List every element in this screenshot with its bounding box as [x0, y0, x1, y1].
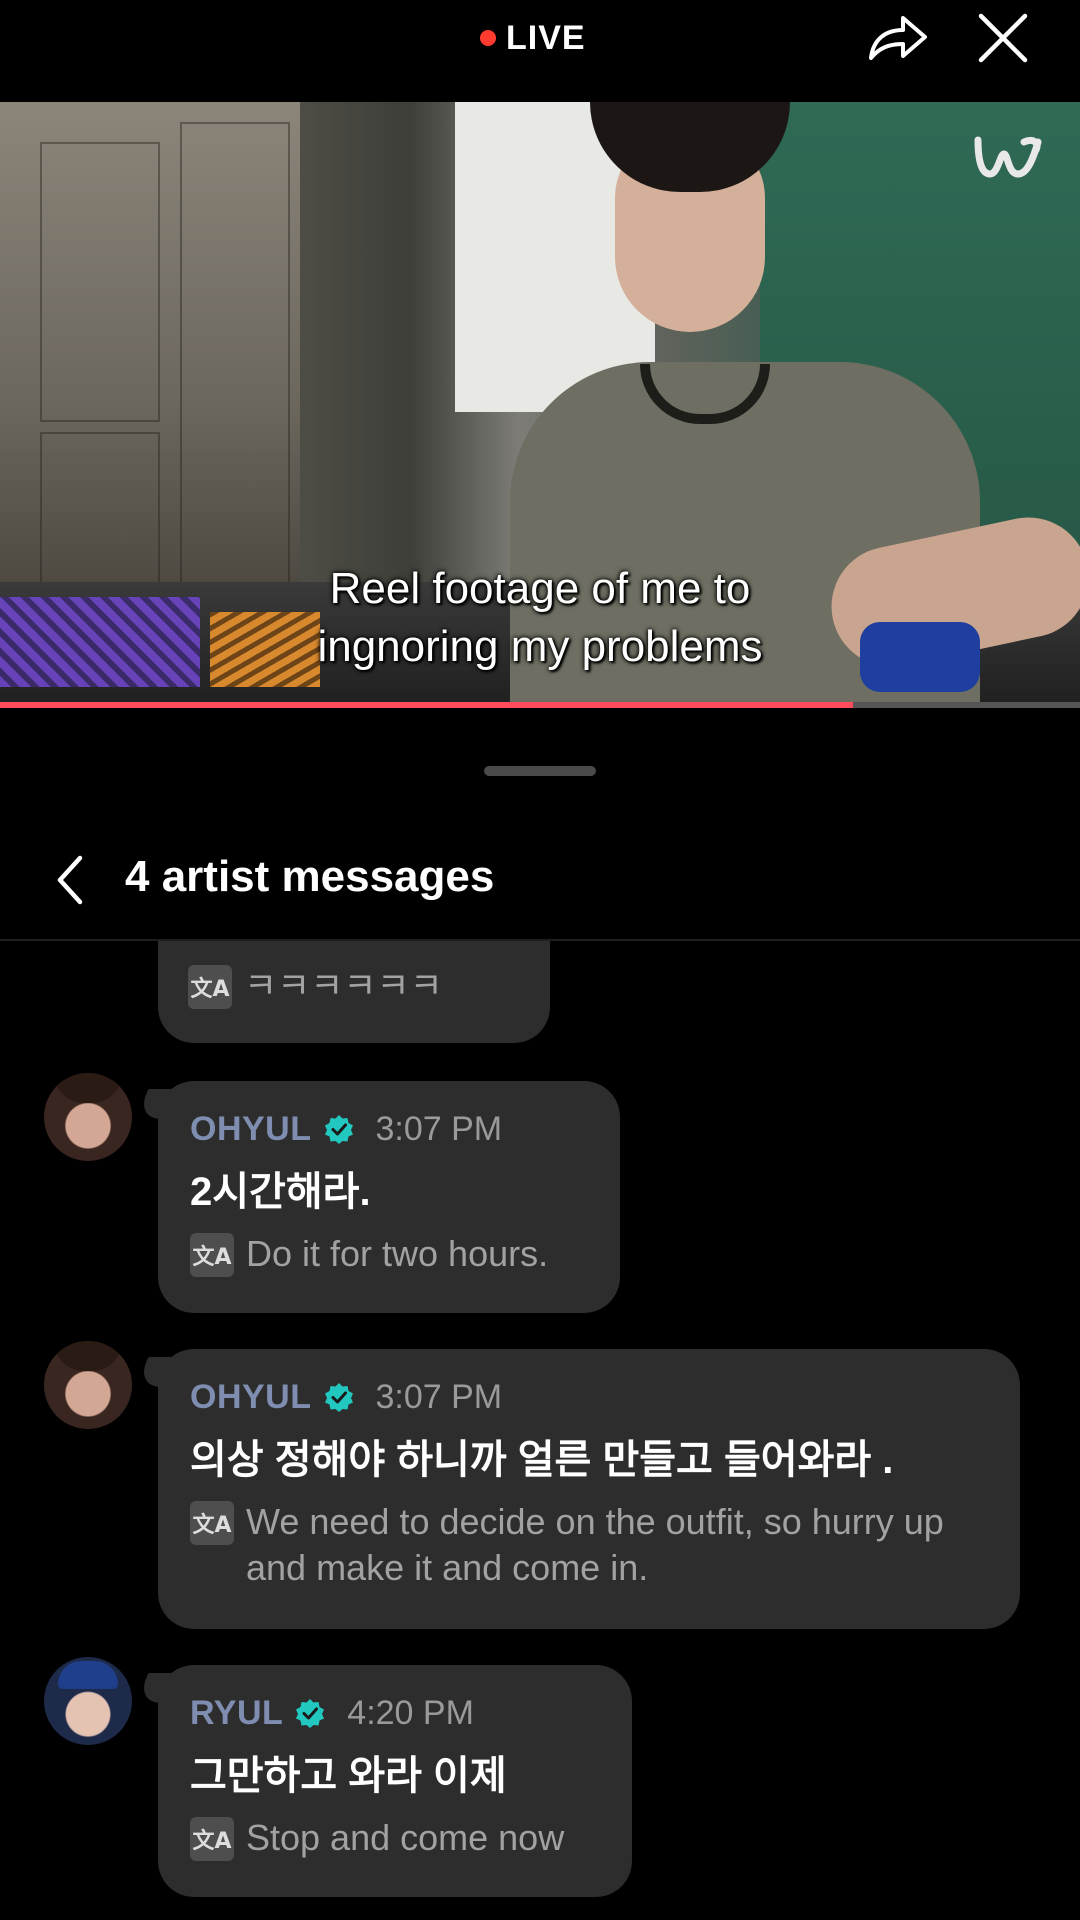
- message-list[interactable]: 文A ㅋㅋㅋㅋㅋㅋ OHYUL 3:07 PM 2시간해라. 文A Do it …: [0, 941, 1080, 1920]
- message-meta: OHYUL 3:07 PM: [190, 1109, 588, 1149]
- message-bubble: RYUL 4:20 PM 그만하고 와라 이제 文A Stop and come…: [131, 1665, 632, 1897]
- translation-row: 文A Do it for two hours.: [190, 1231, 588, 1277]
- back-button[interactable]: [40, 850, 100, 910]
- live-video-frame[interactable]: Reel footage of me to ingnoring my probl…: [0, 102, 1080, 706]
- message-translation: We need to decide on the outfit, so hurr…: [246, 1501, 944, 1588]
- close-button[interactable]: [968, 8, 1038, 68]
- translation-row: 文A We need to decide on the outfit, so h…: [190, 1499, 988, 1591]
- video-caption: Reel footage of me to ingnoring my probl…: [0, 560, 1080, 676]
- message-translation: ㅋㅋㅋㅋㅋㅋ: [244, 965, 443, 1006]
- message-original-text: 의상 정해야 하니까 얼른 만들고 들어와라 .: [190, 1438, 894, 1482]
- caption-line-1: Reel footage of me to: [329, 564, 751, 613]
- live-indicator: LIVE: [480, 18, 586, 58]
- message-bubble: OHYUL 3:07 PM 의상 정해야 하니까 얼른 만들고 들어와라 . 文…: [131, 1349, 1020, 1629]
- translate-icon[interactable]: 文A: [190, 1817, 234, 1861]
- message-original-text: 그만하고 와라 이제: [190, 1754, 507, 1798]
- live-dot-icon: [480, 30, 496, 46]
- message-translation: Do it for two hours.: [246, 1233, 549, 1274]
- video-progress-bar[interactable]: [0, 702, 1080, 708]
- sheet-drag-handle[interactable]: [484, 766, 596, 776]
- bubble-tail: [131, 1673, 189, 1703]
- chevron-left-icon: [57, 855, 83, 905]
- share-button[interactable]: [862, 8, 932, 68]
- weverse-logo-icon: [974, 136, 1042, 178]
- live-label: LIVE: [506, 18, 586, 57]
- avatar-ohyul[interactable]: [44, 1341, 132, 1429]
- message-time: 3:07 PM: [375, 1377, 503, 1416]
- video-cabinet-panel: [40, 142, 160, 422]
- bubble-tail: [131, 1089, 189, 1119]
- message-meta: OHYUL 3:07 PM: [190, 1377, 988, 1417]
- sender-name[interactable]: RYUL: [190, 1694, 283, 1733]
- top-bar: LIVE: [0, 0, 1080, 100]
- video-progress-fill: [0, 702, 854, 708]
- verified-badge-icon: [324, 1383, 353, 1412]
- translate-icon[interactable]: 文A: [188, 965, 232, 1009]
- avatar-ryul[interactable]: [44, 1657, 132, 1745]
- avatar-ohyul[interactable]: [44, 1073, 132, 1161]
- caption-line-2: ingnoring my problems: [317, 622, 763, 671]
- sheet-header: 4 artist messages: [0, 820, 1080, 940]
- message-meta: RYUL 4:20 PM: [190, 1693, 600, 1733]
- video-door-panel: [180, 122, 290, 592]
- share-arrow-icon: [869, 16, 927, 60]
- verified-badge-icon: [296, 1699, 325, 1728]
- sender-name[interactable]: OHYUL: [190, 1110, 312, 1149]
- translation-row: 文A Stop and come now: [190, 1815, 600, 1861]
- translation-row: 文A ㅋㅋㅋㅋㅋㅋ: [188, 963, 443, 1009]
- sender-name[interactable]: OHYUL: [190, 1378, 312, 1417]
- bubble-tail: [131, 1357, 189, 1387]
- message-bubble: OHYUL 3:07 PM 2시간해라. 文A Do it for two ho…: [131, 1081, 620, 1313]
- sheet-title: 4 artist messages: [125, 852, 495, 901]
- verified-badge-icon: [324, 1115, 353, 1144]
- close-icon: [978, 13, 1028, 63]
- message-original-text: 2시간해라.: [190, 1170, 371, 1214]
- artist-messages-sheet: 4 artist messages 文A ㅋㅋㅋㅋㅋㅋ OHYUL 3:07 P…: [0, 710, 1080, 1920]
- translate-icon[interactable]: 文A: [190, 1501, 234, 1545]
- message-time: 3:07 PM: [375, 1109, 503, 1148]
- message-time: 4:20 PM: [347, 1693, 474, 1732]
- message-bubble-partial: 文A ㅋㅋㅋㅋㅋㅋ: [158, 941, 550, 1043]
- translate-icon[interactable]: 文A: [190, 1233, 234, 1277]
- message-translation: Stop and come now: [246, 1817, 565, 1858]
